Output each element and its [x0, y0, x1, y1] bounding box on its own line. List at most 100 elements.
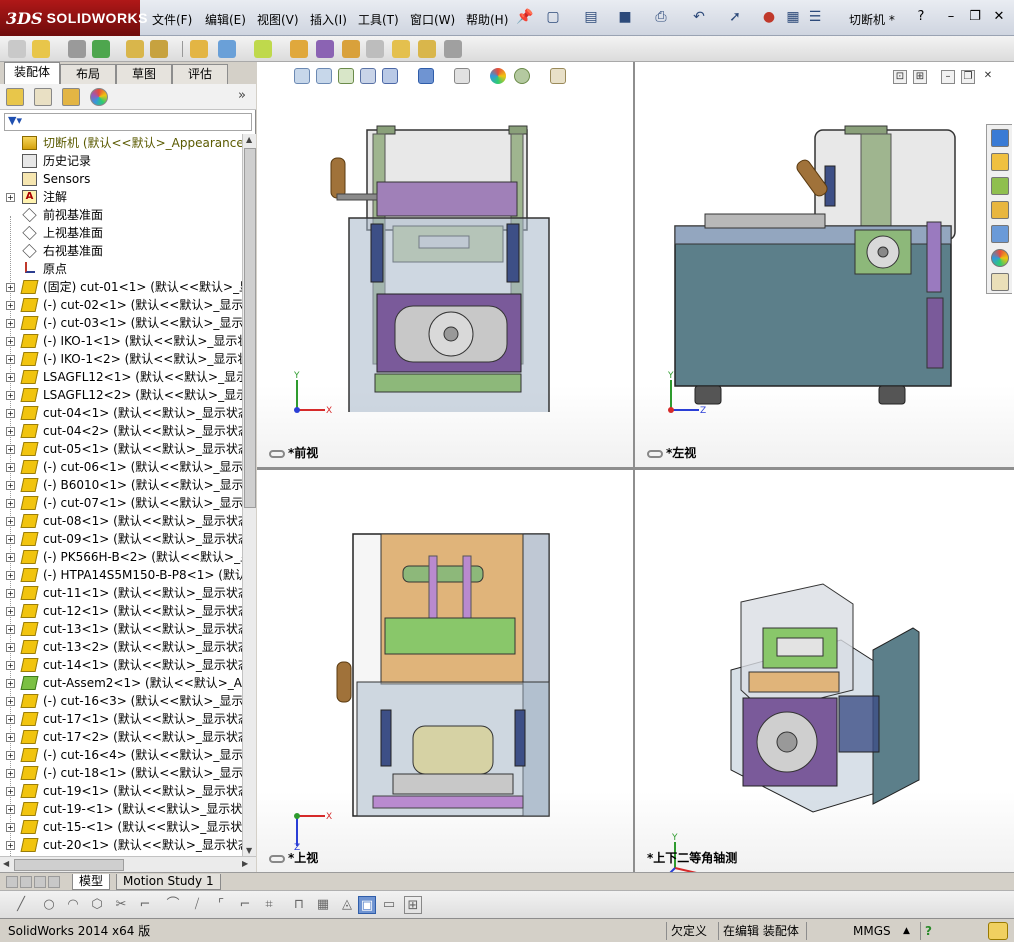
- expand-icon[interactable]: +: [6, 193, 15, 202]
- line-icon[interactable]: ╱: [12, 896, 30, 914]
- tree-item[interactable]: + (-) cut-03<1> (默认<<默认>_显示状态: [0, 314, 242, 332]
- tree-item[interactable]: + (固定) cut-01<1> (默认<<默认>_显示: [0, 278, 242, 296]
- new-document-icon[interactable]: ▢: [544, 8, 562, 26]
- configurationmanager-icon[interactable]: [62, 88, 80, 106]
- file-properties-icon[interactable]: ▦: [784, 8, 802, 26]
- view-palette-icon[interactable]: [991, 225, 1009, 243]
- zoom-to-area-icon[interactable]: [316, 68, 332, 84]
- convert-entities-icon[interactable]: ⌐: [136, 896, 154, 914]
- expand-icon[interactable]: +: [6, 391, 15, 400]
- offset-icon[interactable]: ⌒: [164, 896, 182, 914]
- view-label-iso[interactable]: *上下二等角轴测: [647, 849, 737, 866]
- expand-icon[interactable]: +: [6, 319, 15, 328]
- expand-icon[interactable]: +: [6, 787, 15, 796]
- tab-layout[interactable]: 布局: [60, 64, 116, 84]
- view-orientation-icon[interactable]: [382, 68, 398, 84]
- tab-motion-study[interactable]: Motion Study 1: [116, 874, 221, 890]
- expand-icon[interactable]: +: [6, 751, 15, 760]
- expand-icon[interactable]: +: [6, 535, 15, 544]
- tree-item[interactable]: + cut-14<1> (默认<<默认>_显示状态 1: [0, 656, 242, 674]
- tree-scroll-thumb[interactable]: [244, 148, 256, 508]
- tree-item[interactable]: 上视基准面: [0, 224, 242, 242]
- expand-icon[interactable]: +: [6, 301, 15, 310]
- interference-detection-icon[interactable]: [392, 40, 410, 58]
- scroll-down-icon[interactable]: ▼: [246, 846, 252, 855]
- expand-icon[interactable]: +: [6, 553, 15, 562]
- viewport-front[interactable]: Y X *前视: [257, 62, 633, 467]
- tree-vertical-scrollbar[interactable]: ▲ ▼: [242, 134, 256, 856]
- viewport-left[interactable]: ⊡ ⊞ – ❐ ✕ Y Z *左视: [635, 62, 1014, 467]
- close-button[interactable]: ✕: [990, 8, 1008, 26]
- scroll-up-icon[interactable]: ▲: [246, 135, 252, 144]
- tree-item[interactable]: 前视基准面: [0, 206, 242, 224]
- view-label-front[interactable]: *前视: [269, 444, 318, 461]
- tag-icon[interactable]: [988, 922, 1008, 940]
- solidworks-logo[interactable]: 3DS SOLIDWORKS: [0, 0, 148, 36]
- dimension-icon[interactable]: ⊓: [290, 896, 308, 914]
- expand-icon[interactable]: +: [6, 625, 15, 634]
- options-icon[interactable]: ☰: [806, 8, 824, 26]
- displaymanager-icon[interactable]: [90, 88, 108, 106]
- expand-icon[interactable]: +: [6, 697, 15, 706]
- tree-item[interactable]: + cut-05<1> (默认<<默认>_显示状态 1: [0, 440, 242, 458]
- previous-view-icon[interactable]: [338, 68, 354, 84]
- help-icon[interactable]: ?: [920, 922, 942, 940]
- tree-item[interactable]: + (-) cut-18<1> (默认<<默认>_显示状态: [0, 764, 242, 782]
- edit-appearance-icon[interactable]: [490, 68, 506, 84]
- insert-component-icon[interactable]: [8, 40, 26, 58]
- expand-icon[interactable]: +: [6, 445, 15, 454]
- expand-icon[interactable]: +: [6, 517, 15, 526]
- menu-view[interactable]: 视图(V): [257, 11, 299, 28]
- smart-fasteners-icon[interactable]: [126, 40, 144, 58]
- menu-file[interactable]: 文件(F): [152, 11, 192, 28]
- undo-icon[interactable]: ↶: [690, 8, 708, 26]
- view-label-top[interactable]: *上视: [269, 849, 318, 866]
- tree-item[interactable]: + (-) PK566H-B<2> (默认<<默认>_显示: [0, 548, 242, 566]
- scroll-right-icon[interactable]: ▶: [242, 859, 248, 868]
- tab-last-icon[interactable]: [48, 876, 60, 888]
- design-library-icon[interactable]: [991, 177, 1009, 195]
- expand-icon[interactable]: +: [6, 769, 15, 778]
- tree-item[interactable]: + cut-17<2> (默认<<默认>_显示状态 1: [0, 728, 242, 746]
- tree-item[interactable]: Sensors: [0, 170, 242, 188]
- tree-horizontal-scrollbar[interactable]: ◀ ▶: [0, 856, 256, 872]
- tree-item[interactable]: + cut-08<1> (默认<<默认>_显示状态 1: [0, 512, 242, 530]
- expand-icon[interactable]: +: [6, 571, 15, 580]
- expand-panels-icon[interactable]: »: [238, 88, 246, 103]
- expand-icon[interactable]: +: [6, 805, 15, 814]
- assembly-features-icon[interactable]: [218, 40, 236, 58]
- zoom-to-fit-icon[interactable]: [294, 68, 310, 84]
- print-icon[interactable]: ⎙: [652, 8, 670, 26]
- hide-show-items-icon[interactable]: [454, 68, 470, 84]
- minimize-button[interactable]: –: [942, 8, 960, 26]
- scroll-left-icon[interactable]: ◀: [3, 859, 9, 868]
- appearances-scenes-icon[interactable]: [991, 249, 1009, 267]
- section-view-icon[interactable]: [360, 68, 376, 84]
- reference-geometry-icon[interactable]: [254, 40, 272, 58]
- tree-item[interactable]: + cut-15-<1> (默认<<默认>_显示状态 1: [0, 818, 242, 836]
- clearance-verification-icon[interactable]: [418, 40, 436, 58]
- select-arrow-icon[interactable]: ➚: [726, 8, 744, 26]
- tree-item[interactable]: + (-) cut-07<1> (默认<<默认>_显示状态: [0, 494, 242, 512]
- tree-item[interactable]: 原点: [0, 260, 242, 278]
- expand-icon[interactable]: +: [6, 337, 15, 346]
- exploded-view-icon[interactable]: [342, 40, 360, 58]
- expand-icon[interactable]: +: [6, 661, 15, 670]
- pin-icon[interactable]: 📌: [516, 8, 534, 26]
- expand-icon[interactable]: +: [6, 823, 15, 832]
- tree-item[interactable]: + cut-09<1> (默认<<默认>_显示状态 1: [0, 530, 242, 548]
- featuremanager-tree-icon[interactable]: [6, 88, 24, 106]
- tab-evaluate[interactable]: 评估: [172, 64, 228, 84]
- expand-icon[interactable]: +: [6, 409, 15, 418]
- tree-item[interactable]: + (-) cut-02<1> (默认<<默认>_显示状态: [0, 296, 242, 314]
- expand-icon[interactable]: +: [6, 481, 15, 490]
- expand-icon[interactable]: +: [6, 841, 15, 850]
- tree-item[interactable]: + LSAGFL12<1> (默认<<默认>_显示状态: [0, 368, 242, 386]
- save-icon[interactable]: ■: [616, 8, 634, 26]
- restore-button[interactable]: ❐: [966, 8, 984, 26]
- linear-pattern-icon[interactable]: [92, 40, 110, 58]
- tree-item[interactable]: + cut-12<1> (默认<<默认>_显示状态 1: [0, 602, 242, 620]
- rebuild-icon[interactable]: ●: [760, 8, 778, 26]
- sketch-text-icon[interactable]: ⌗: [260, 896, 278, 914]
- tree-filter-input[interactable]: ▼▾: [4, 113, 252, 131]
